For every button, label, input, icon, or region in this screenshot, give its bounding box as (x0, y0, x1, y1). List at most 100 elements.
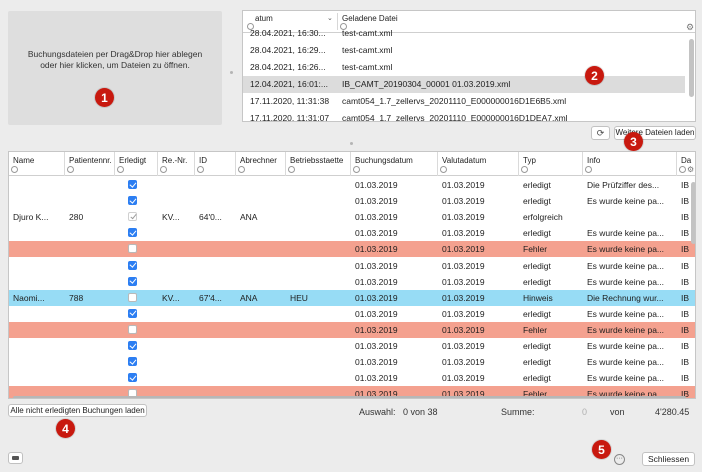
column-header-date[interactable]: atum (255, 14, 273, 23)
cell-renr: KV... (162, 212, 180, 223)
table-row[interactable]: 01.03.2019 01.03.2019 erledigt Es wurde kei… (9, 306, 695, 322)
done-checkbox[interactable] (128, 357, 137, 367)
close-button[interactable]: Schliessen (642, 452, 695, 466)
column-header-abr[interactable]: Abrechner (236, 152, 286, 176)
cell-info: Es wurde keine pa... (587, 324, 665, 335)
column-header-name[interactable]: Name (9, 152, 65, 176)
cell-bdat: 01.03.2019 (355, 308, 398, 319)
filter-icon[interactable] (238, 166, 245, 173)
filter-icon[interactable] (521, 166, 528, 173)
done-checkbox[interactable] (128, 180, 137, 189)
column-header-vdat[interactable]: Valutadatum (438, 152, 519, 176)
done-checkbox[interactable] (128, 228, 137, 238)
column-header-bst[interactable]: Betriebsstaette (286, 152, 351, 176)
column-header-check[interactable]: Erledigt (115, 152, 158, 176)
cell-typ: erledigt (523, 180, 551, 190)
ellipsis-icon[interactable]: ··· (614, 454, 625, 465)
file-row[interactable]: 17.11.2020, 11:31:38 camt054_1.7_zellervs… (243, 93, 685, 110)
table-row[interactable]: 01.03.2019 01.03.2019 erledigt Es wurde kei… (9, 193, 695, 209)
column-header-label: Betriebsstaette (290, 156, 344, 165)
column-header-label: Info (587, 156, 601, 165)
cell-id: 64'0... (199, 212, 222, 223)
gear-icon[interactable]: ⚙ (686, 22, 694, 33)
filter-icon[interactable] (288, 166, 295, 173)
selection-label: Auswahl: (359, 407, 396, 417)
table-row[interactable]: 01.03.2019 01.03.2019 erledigt Die Prüfziff… (9, 177, 695, 193)
table-row[interactable]: Naomi... 788 KV... 67'4... ANA HEU 01.03.2019 0… (9, 289, 695, 306)
file-row-date: 17.11.2020, 11:31:38 (250, 96, 330, 106)
filter-icon[interactable] (160, 166, 167, 173)
cell-info: Es wurde keine pa... (587, 308, 665, 319)
table-row[interactable]: 01.03.2019 01.03.2019 erledigt Es wurde kei… (9, 258, 695, 274)
table-row[interactable]: Djuro K... 280 KV... 64'0... ANA 01.03.2019 01… (9, 209, 695, 225)
file-row[interactable]: 28.04.2021, 16:30... test-camt.xml (243, 25, 685, 42)
done-checkbox[interactable] (128, 212, 137, 222)
files-scrollbar[interactable] (689, 39, 694, 97)
cell-info: Es wurde keine pa... (587, 373, 665, 384)
file-row[interactable]: 28.04.2021, 16:26... test-camt.xml (243, 59, 685, 76)
cell-typ: erledigt (523, 373, 551, 384)
filter-icon[interactable] (117, 166, 124, 173)
cell-vdat: 01.03.2019 (442, 341, 485, 351)
filter-icon[interactable] (197, 166, 204, 173)
load-unfinished-bookings-button[interactable]: Alle nicht erledigten Buchungen laden (8, 404, 147, 417)
file-row[interactable]: 28.04.2021, 16:29... test-camt.xml (243, 42, 685, 59)
done-checkbox[interactable] (128, 341, 137, 350)
cell-typ: Hinweis (523, 292, 553, 303)
file-drop-zone[interactable]: Buchungsdateien per Drag&Drop hier ableg… (8, 11, 222, 125)
column-header-bdat[interactable]: Buchungsdatum (351, 152, 438, 176)
done-checkbox[interactable] (128, 292, 137, 302)
done-checkbox[interactable] (128, 196, 137, 206)
bookings-horizontal-scrollbar[interactable] (13, 396, 686, 398)
cell-vdat: 01.03.2019 (442, 292, 485, 303)
cell-vdat: 01.03.2019 (442, 196, 485, 207)
done-checkbox[interactable] (128, 308, 137, 318)
filter-icon[interactable] (679, 166, 686, 173)
file-row-date: 28.04.2021, 16:29... (250, 45, 326, 55)
cell-info: Die Prüfziffer des... (587, 180, 660, 190)
cell-da: IB (681, 276, 690, 287)
refresh-button[interactable]: ⟳ (591, 126, 610, 140)
callout-badge-5: 5 (592, 440, 611, 459)
table-row[interactable]: 01.03.2019 01.03.2019 erledigt Es wurde kei… (9, 225, 695, 241)
done-checkbox[interactable] (128, 244, 137, 254)
print-icon[interactable] (8, 452, 23, 464)
refresh-icon: ⟳ (596, 128, 605, 138)
table-row[interactable]: 01.03.2019 01.03.2019 Fehler Es wurde keine… (9, 241, 695, 258)
done-checkbox[interactable] (128, 260, 137, 270)
column-header-label: Re.-Nr. (162, 156, 188, 165)
table-row[interactable]: 01.03.2019 01.03.2019 erledigt Es wurde kei… (9, 370, 695, 386)
cell-typ: erledigt (523, 308, 551, 319)
file-row[interactable]: 17.11.2020, 11:31:07 camt054_1.7_zellervs… (243, 110, 685, 121)
filter-icon[interactable] (11, 166, 18, 173)
sort-chevron-icon[interactable]: ⌄ (327, 14, 333, 22)
bookings-vertical-scrollbar[interactable] (691, 182, 695, 244)
column-header-file[interactable]: Geladene Datei (342, 14, 398, 23)
file-row[interactable]: 12.04.2021, 16:01:... IB_CAMT_20190304_00… (243, 76, 685, 93)
cell-info: Es wurde keine pa... (587, 276, 665, 287)
column-header-id[interactable]: ID (195, 152, 236, 176)
gear-icon[interactable]: ⚙ (687, 165, 694, 174)
file-row-filename: test-camt.xml (342, 45, 393, 55)
column-header-patnr[interactable]: Patientennr. (65, 152, 115, 176)
filter-icon[interactable] (353, 166, 360, 173)
splitter-handle-horizontal[interactable] (350, 142, 353, 145)
cell-vdat: 01.03.2019 (442, 260, 485, 271)
done-checkbox[interactable] (128, 324, 137, 334)
table-row[interactable]: 01.03.2019 01.03.2019 erledigt Es wurde kei… (9, 338, 695, 354)
column-header-info[interactable]: Info (583, 152, 677, 176)
cell-info: Es wurde keine pa... (587, 228, 665, 239)
table-row[interactable]: 01.03.2019 01.03.2019 erledigt Es wurde kei… (9, 274, 695, 290)
column-header-renr[interactable]: Re.-Nr. (158, 152, 195, 176)
splitter-handle-vertical[interactable] (230, 71, 233, 74)
table-row[interactable]: 01.03.2019 01.03.2019 Fehler Es wurde keine… (9, 321, 695, 338)
column-header-typ[interactable]: Typ (519, 152, 583, 176)
cell-bdat: 01.03.2019 (355, 373, 398, 384)
done-checkbox[interactable] (128, 276, 137, 286)
filter-icon[interactable] (67, 166, 74, 173)
done-checkbox[interactable] (128, 373, 137, 383)
filter-icon[interactable] (585, 166, 592, 173)
cell-vdat: 01.03.2019 (442, 308, 485, 319)
table-row[interactable]: 01.03.2019 01.03.2019 erledigt Es wurde kei… (9, 354, 695, 370)
filter-icon[interactable] (440, 166, 447, 173)
